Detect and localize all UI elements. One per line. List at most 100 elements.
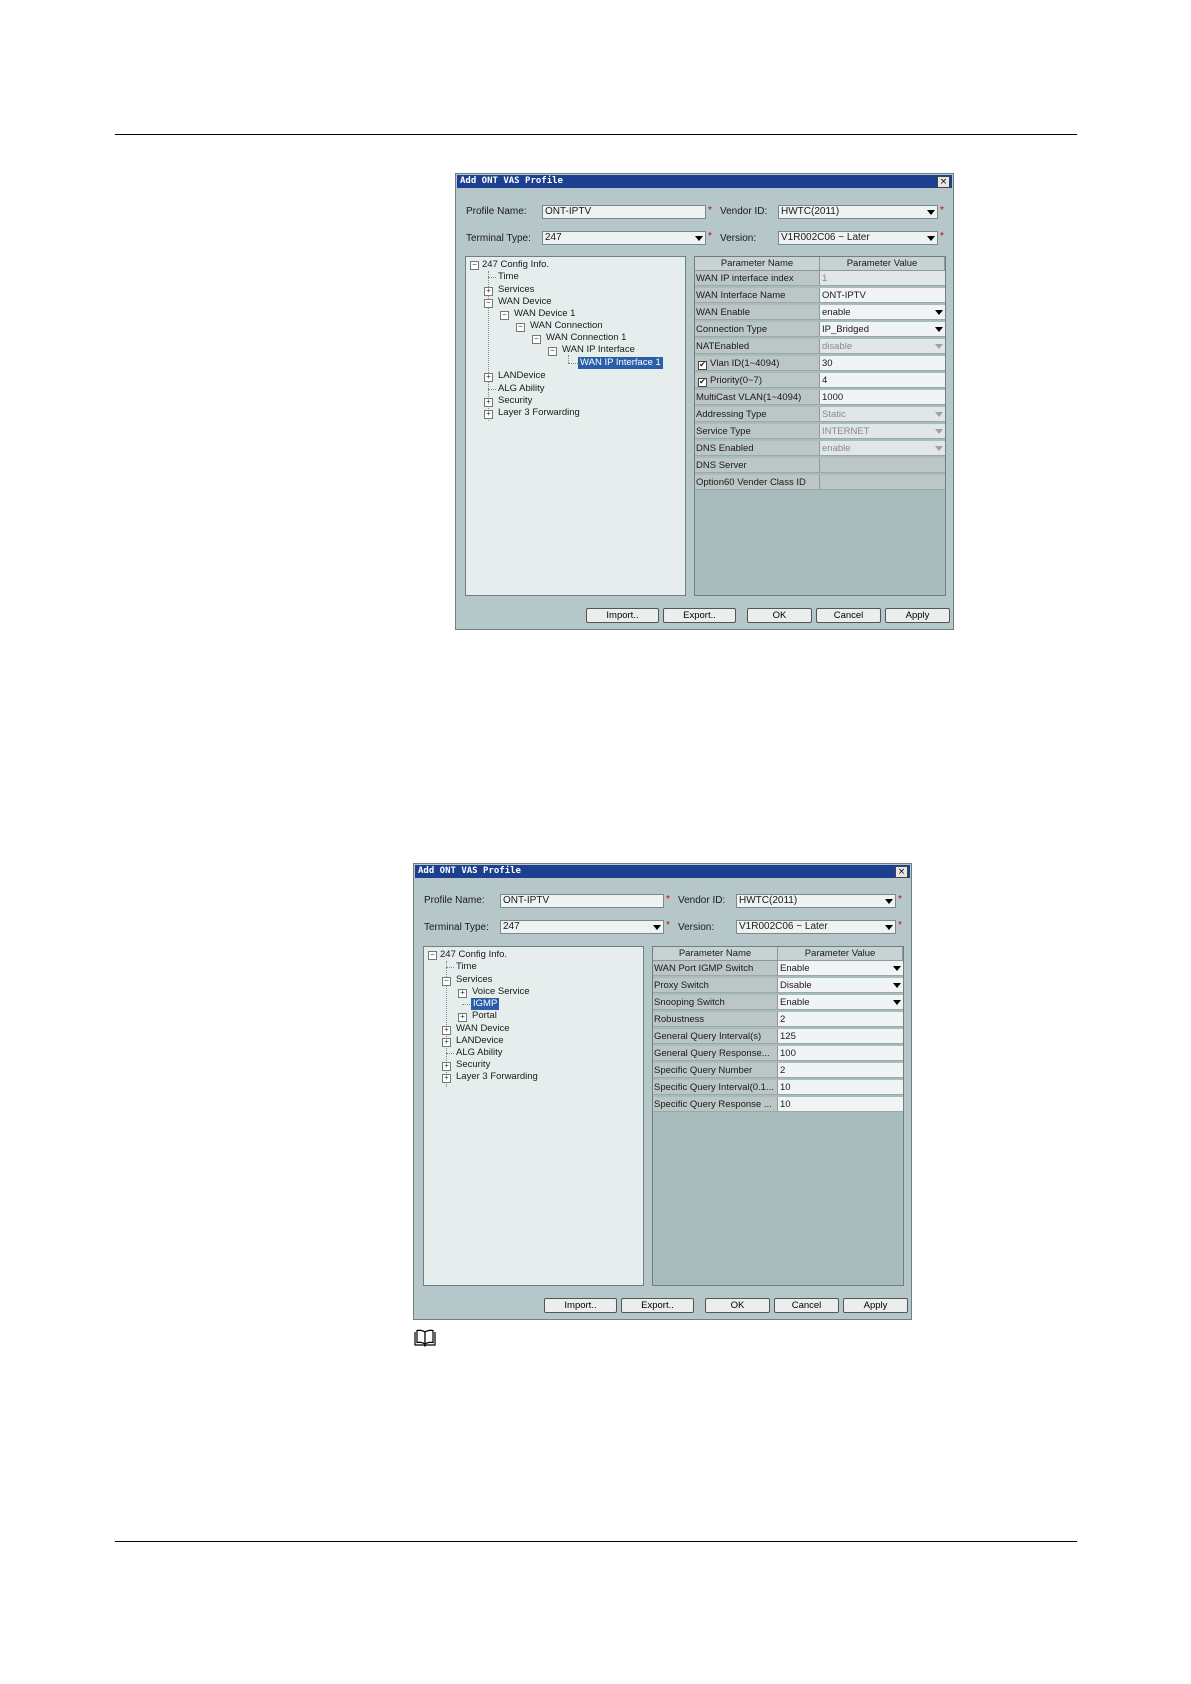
tree-node-alg-ability[interactable]: ALG Ability (498, 383, 544, 395)
param-value: Enable (780, 997, 810, 1008)
table-row: WAN Interface Name ONT-IPTV (695, 288, 945, 304)
param-name: NATEnabled (695, 339, 820, 354)
export-button[interactable]: Export.. (621, 1298, 694, 1313)
chevron-down-icon (695, 236, 703, 241)
tree-node-time[interactable]: Time (456, 961, 477, 973)
tree-node-security[interactable]: Security (498, 395, 532, 407)
param-name: Specific Query Response ... (653, 1097, 778, 1112)
collapse-icon[interactable]: − (500, 311, 509, 320)
param-value[interactable] (820, 458, 945, 473)
expand-icon[interactable]: + (458, 989, 467, 998)
collapse-icon[interactable]: − (548, 347, 557, 356)
tree-node-services[interactable]: Services (456, 974, 492, 986)
collapse-icon[interactable]: − (516, 323, 525, 332)
tree-node-services[interactable]: Services (498, 284, 534, 296)
expand-icon[interactable]: + (484, 410, 493, 419)
cancel-button[interactable]: Cancel (816, 608, 881, 623)
checkbox-checked-icon[interactable]: ✔ (698, 378, 707, 387)
param-value[interactable]: 10 (778, 1080, 903, 1095)
tree-node-security[interactable]: Security (456, 1059, 490, 1071)
expand-icon[interactable]: + (442, 1062, 451, 1071)
tree-node-root[interactable]: 247 Config Info. (440, 949, 507, 961)
param-value-select[interactable]: Enable (778, 995, 903, 1010)
ok-button[interactable]: OK (705, 1298, 770, 1313)
param-value[interactable] (820, 475, 945, 490)
ok-button[interactable]: OK (747, 608, 812, 623)
tree-line (446, 1053, 454, 1054)
apply-button[interactable]: Apply (843, 1298, 908, 1313)
param-value[interactable]: 10 (778, 1097, 903, 1112)
tree-node-wan-connection[interactable]: WAN Connection (530, 320, 603, 332)
tree-node-time[interactable]: Time (498, 271, 519, 283)
table-row: General Query Response... 100 (653, 1046, 903, 1062)
param-value-select[interactable]: IP_Bridged (820, 322, 945, 337)
param-value[interactable]: 30 (820, 356, 945, 371)
tree-node-igmp[interactable]: IGMP (471, 998, 500, 1010)
expand-icon[interactable]: + (484, 287, 493, 296)
param-name: Option60 Vender Class ID (695, 475, 820, 490)
param-value[interactable]: 1000 (820, 390, 945, 405)
collapse-icon[interactable]: − (428, 951, 437, 960)
param-value[interactable]: 2 (778, 1012, 903, 1027)
tree-node-wan-connection-1[interactable]: WAN Connection 1 (546, 332, 626, 344)
param-value-select[interactable]: Enable (778, 961, 903, 976)
profile-name-label: Profile Name: (466, 206, 527, 217)
export-button[interactable]: Export.. (663, 608, 736, 623)
collapse-icon[interactable]: − (484, 299, 493, 308)
tree-node-root[interactable]: 247 Config Info. (482, 259, 549, 271)
param-value[interactable]: 2 (778, 1063, 903, 1078)
param-value[interactable]: ONT-IPTV (820, 288, 945, 303)
vendor-id-value: HWTC(2011) (781, 206, 840, 217)
tree-node-wan-ip-interface[interactable]: WAN IP Interface (562, 344, 635, 356)
expand-icon[interactable]: + (484, 373, 493, 382)
param-value-select: enable (820, 441, 945, 456)
tree-node-wan-device[interactable]: WAN Device (456, 1023, 510, 1035)
tree-node-layer3-forwarding[interactable]: Layer 3 Forwarding (456, 1071, 538, 1083)
profile-name-input[interactable]: ONT-IPTV (500, 894, 664, 908)
tree-node-wan-device[interactable]: WAN Device (498, 296, 552, 308)
collapse-icon[interactable]: − (442, 977, 451, 986)
version-select[interactable]: V1R002C06 ~ Later (778, 231, 938, 245)
tree-node-alg-ability[interactable]: ALG Ability (456, 1047, 502, 1059)
terminal-type-select[interactable]: 247 (500, 920, 664, 934)
apply-button[interactable]: Apply (885, 608, 950, 623)
checkbox-checked-icon[interactable]: ✔ (698, 361, 707, 370)
close-icon[interactable]: × (895, 866, 908, 878)
expand-icon[interactable]: + (442, 1038, 451, 1047)
param-name-checkbox[interactable]: ✔ Vlan ID(1~4094) (695, 356, 820, 371)
close-icon[interactable]: × (937, 176, 950, 188)
collapse-icon[interactable]: − (470, 261, 479, 270)
version-select[interactable]: V1R002C06 ~ Later (736, 920, 896, 934)
tree-node-wan-device-1[interactable]: WAN Device 1 (514, 308, 575, 320)
column-header-name: Parameter Name (653, 947, 778, 960)
terminal-type-select[interactable]: 247 (542, 231, 706, 245)
collapse-icon[interactable]: − (532, 335, 541, 344)
param-value[interactable]: 100 (778, 1046, 903, 1061)
table-row: Specific Query Interval(0.1... 10 (653, 1080, 903, 1096)
tree-node-lan-device[interactable]: LANDevice (456, 1035, 504, 1047)
import-button[interactable]: Import.. (586, 608, 659, 623)
param-value[interactable]: 4 (820, 373, 945, 388)
tree-node-portal[interactable]: Portal (472, 1010, 497, 1022)
vendor-id-select[interactable]: HWTC(2011) (736, 894, 896, 908)
table-row: Addressing Type Static (695, 407, 945, 423)
tree-node-layer3-forwarding[interactable]: Layer 3 Forwarding (498, 407, 580, 419)
expand-icon[interactable]: + (442, 1074, 451, 1083)
param-value-select[interactable]: Disable (778, 978, 903, 993)
table-row: NATEnabled disable (695, 339, 945, 355)
param-value[interactable]: 125 (778, 1029, 903, 1044)
tree-node-voice-service[interactable]: Voice Service (472, 986, 530, 998)
param-value-select[interactable]: enable (820, 305, 945, 320)
tree-node-wan-ip-interface-1[interactable]: WAN IP Interface 1 (578, 357, 663, 369)
parameter-table: Parameter Name Parameter Value WAN IP in… (694, 256, 946, 596)
expand-icon[interactable]: + (442, 1026, 451, 1035)
table-row: Snooping Switch Enable (653, 995, 903, 1011)
expand-icon[interactable]: + (484, 398, 493, 407)
tree-node-lan-device[interactable]: LANDevice (498, 370, 546, 382)
param-name-checkbox[interactable]: ✔ Priority(0~7) (695, 373, 820, 388)
expand-icon[interactable]: + (458, 1013, 467, 1022)
import-button[interactable]: Import.. (544, 1298, 617, 1313)
cancel-button[interactable]: Cancel (774, 1298, 839, 1313)
vendor-id-select[interactable]: HWTC(2011) (778, 205, 938, 219)
profile-name-input[interactable]: ONT-IPTV (542, 205, 706, 219)
